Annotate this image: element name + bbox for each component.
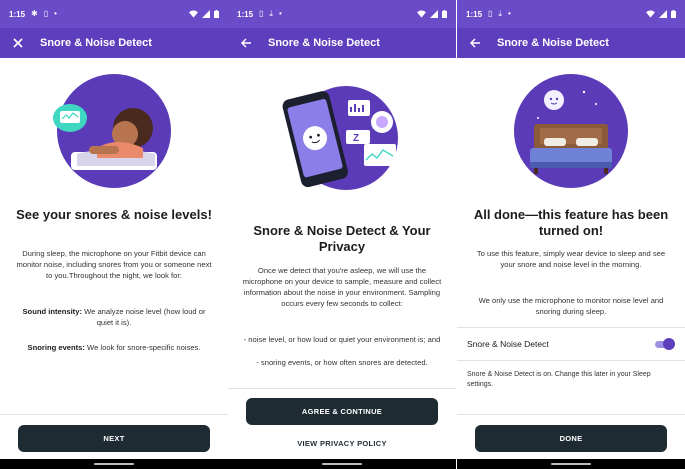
home-handle[interactable]: [94, 463, 134, 465]
dot-icon: •: [54, 9, 57, 18]
snoring-events-label: Snoring events:: [27, 343, 85, 352]
storage-icon: ▯: [259, 9, 264, 18]
phone-privacy-illustration: Z: [282, 78, 402, 198]
home-handle[interactable]: [551, 463, 591, 465]
wifi-icon: [646, 10, 655, 18]
divider: [228, 388, 456, 389]
signal-icon: [659, 10, 667, 18]
app-bar: Snore & Noise Detect: [457, 28, 685, 58]
signal-icon: [202, 10, 210, 18]
privacy-intro-text: Once we detect that you're asleep, we wi…: [242, 266, 442, 308]
battery-icon: [214, 10, 219, 18]
status-bar: 1:15 ▯ ⤓ •: [228, 0, 456, 28]
signal-icon: [430, 10, 438, 18]
svg-text:Z: Z: [353, 133, 359, 144]
noise-bubble-icon: [53, 104, 87, 132]
app-bar: Snore & Noise Detect: [228, 28, 456, 58]
screen-intro: 1:15 ✱ ▯ • Snore & Noise Detect See your…: [0, 0, 228, 469]
sound-intensity-desc: We analyze noise level (how loud or quie…: [81, 307, 206, 327]
wifi-icon: [189, 10, 198, 18]
done-button[interactable]: DONE: [475, 425, 667, 452]
status-bar: 1:15 ✱ ▯ •: [0, 0, 228, 28]
download-icon: ⤓: [269, 9, 273, 18]
agree-continue-button[interactable]: AGREE & CONTINUE: [246, 398, 438, 425]
wifi-icon: [417, 10, 426, 18]
status-time: 1:15: [466, 9, 483, 19]
bedroom-night-illustration: [514, 74, 628, 188]
back-arrow-icon[interactable]: [238, 35, 254, 51]
divider: [0, 414, 228, 415]
page-heading: Snore & Noise Detect & Your Privacy: [253, 223, 431, 254]
settings-note: Snore & Noise Detect is on. Change this …: [467, 371, 651, 388]
sound-intensity-label: Sound intensity:: [22, 307, 82, 316]
app-bar: Snore & Noise Detect: [0, 28, 228, 58]
app-bar-title: Snore & Noise Detect: [497, 37, 609, 49]
next-button[interactable]: NEXT: [18, 425, 210, 452]
page-heading: All done—this feature has been turned on…: [473, 207, 669, 238]
battery-icon: [671, 10, 676, 18]
status-bar: 1:15 ▯ ⤓ •: [457, 0, 685, 28]
home-handle[interactable]: [322, 463, 362, 465]
bullet-noise-level: - noise level, or how loud or quiet your…: [243, 335, 441, 344]
back-arrow-icon[interactable]: [467, 35, 483, 51]
status-time: 1:15: [9, 9, 26, 19]
snoring-events-text: Snoring events: We look for snore-specif…: [14, 342, 214, 353]
download-icon: ⤓: [498, 9, 502, 18]
view-privacy-policy-button[interactable]: VIEW PRIVACY POLICY: [246, 434, 438, 452]
close-icon[interactable]: [10, 35, 26, 51]
setting-label: Snore & Noise Detect: [467, 339, 549, 349]
toggle-thumb: [663, 338, 675, 350]
snore-detect-setting-row[interactable]: Snore & Noise Detect: [457, 328, 685, 360]
dot-icon: •: [278, 9, 282, 18]
sound-intensity-text: Sound intensity: We analyze noise level …: [14, 306, 214, 328]
app-bar-title: Snore & Noise Detect: [40, 37, 152, 49]
app-bar-title: Snore & Noise Detect: [268, 37, 380, 49]
intro-text: During sleep, the microphone on your Fit…: [16, 249, 212, 280]
nav-bar: [0, 459, 228, 469]
page-heading: See your snores & noise levels!: [16, 207, 212, 222]
nav-bar: [228, 459, 456, 469]
snore-detect-toggle[interactable]: [653, 338, 675, 350]
storage-icon: ▯: [488, 9, 493, 18]
divider: [457, 414, 685, 415]
nav-bar: [457, 459, 685, 469]
screen-done: 1:15 ▯ ⤓ • Snore & Noise Detect All done…: [457, 0, 685, 469]
divider: [457, 360, 685, 361]
bullet-snoring-events: - snoring events, or how often snores ar…: [256, 358, 428, 367]
settings-icon: ✱: [31, 9, 38, 18]
dot-icon: •: [507, 9, 511, 18]
usage-text: To use this feature, simply wear device …: [476, 249, 666, 269]
status-time: 1:15: [237, 9, 254, 19]
microphone-text: We only use the microphone to monitor no…: [478, 296, 664, 316]
snoring-events-desc: We look for snore-specific noises.: [84, 343, 201, 352]
screen-privacy: 1:15 ▯ ⤓ • Snore & Noise Detect Z Snore …: [228, 0, 456, 469]
battery-icon: [442, 10, 447, 18]
storage-icon: ▯: [43, 9, 49, 18]
